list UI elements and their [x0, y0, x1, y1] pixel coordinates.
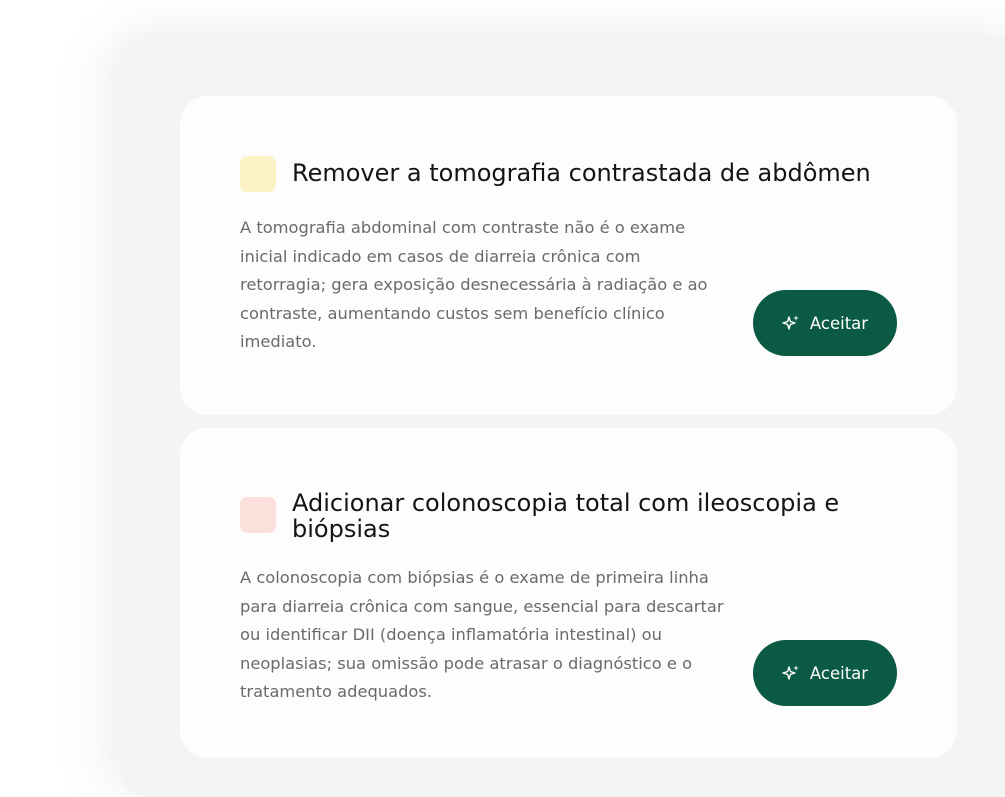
accept-button[interactable]: Aceitar: [753, 640, 897, 706]
suggestion-marker-remove: [240, 156, 276, 192]
suggestion-card: Remover a tomografia contrastada de abdô…: [180, 96, 957, 415]
accept-button-label: Aceitar: [809, 313, 869, 333]
suggestion-title: Remover a tomografia contrastada de abdô…: [292, 159, 871, 187]
suggestion-marker-add: [240, 497, 276, 533]
suggestion-description: A tomografia abdominal com contraste não…: [240, 218, 708, 352]
accept-button-label: Aceitar: [809, 663, 869, 683]
sparkles-icon: [782, 314, 800, 332]
accept-button[interactable]: Aceitar: [753, 290, 897, 356]
suggestion-card: Adicionar colonoscopia total com ileosco…: [180, 428, 957, 758]
suggestion-description: A colonoscopia com biópsias é o exame de…: [240, 568, 724, 702]
suggestion-title: Adicionar colonoscopia total com ileosco…: [292, 489, 840, 543]
sparkles-icon: [782, 664, 800, 682]
